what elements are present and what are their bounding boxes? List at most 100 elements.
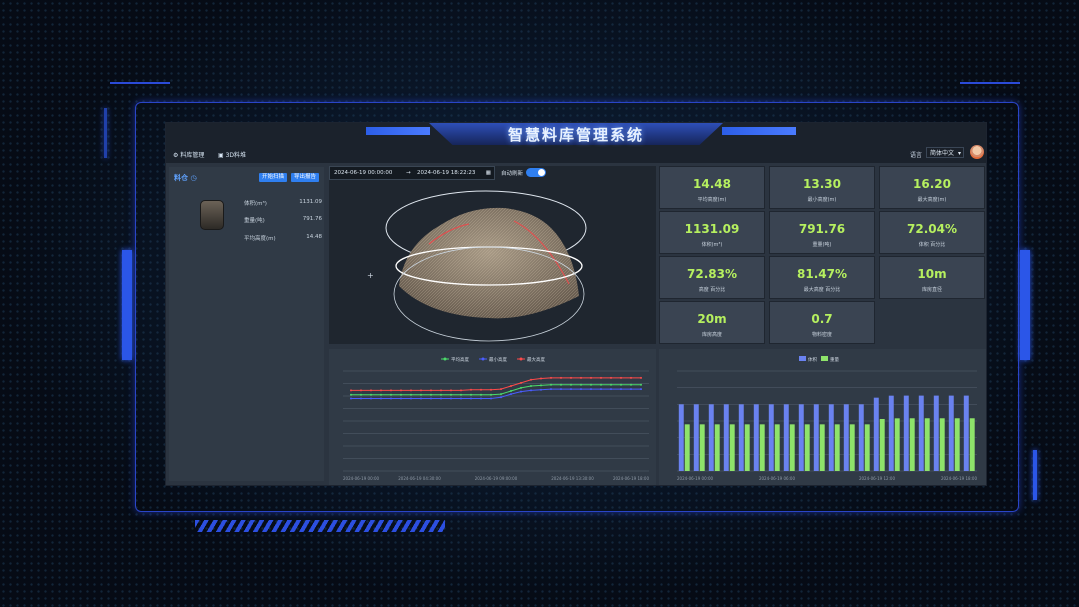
bar — [684, 424, 690, 471]
start-scan-button[interactable]: 开始扫描 — [259, 173, 287, 182]
bar — [798, 404, 804, 471]
data-point — [450, 389, 452, 392]
line-chart-svg: 平均高度 最小高度 最大高度 2024-06-19 00:00 2024-06-19 0… — [343, 356, 650, 481]
data-point — [400, 389, 402, 392]
data-point — [390, 397, 392, 400]
date-range-picker[interactable]: 2024-06-19 00:00:00 → 2024-06-19 18:22:2… — [329, 166, 495, 180]
arrow-right-icon: → — [406, 170, 411, 176]
data-point — [640, 376, 642, 379]
frame-accent — [960, 82, 1020, 84]
row-value: 1131.09 — [299, 199, 322, 205]
stat-card: 16.20 最大高度(m) — [879, 166, 985, 209]
data-point — [530, 389, 532, 392]
bar — [813, 404, 819, 471]
bar — [828, 404, 834, 471]
gear-icon: ⚙ — [173, 152, 179, 159]
stat-card: 14.48 平均高度(m) — [659, 166, 765, 209]
data-point — [530, 378, 532, 381]
chevron-down-icon: ▾ — [957, 150, 961, 157]
app-title: 智慧料库管理系统 — [507, 126, 644, 144]
bar — [873, 397, 879, 471]
stat-label: 最大高度 百分比 — [803, 287, 841, 293]
data-point — [600, 376, 602, 379]
stat-label: 库房高度 — [701, 332, 722, 338]
x-tick-label: 2024-06-19 00:00 — [677, 476, 714, 481]
bar — [729, 424, 735, 471]
height-trend-chart: 平均高度 最小高度 最大高度 2024-06-19 00:00 2024-06-19 0… — [329, 349, 656, 485]
data-point — [580, 383, 582, 386]
data-point — [590, 388, 592, 391]
data-point — [620, 383, 622, 386]
frame-stripe — [195, 520, 445, 532]
data-point — [400, 397, 402, 400]
data-point — [470, 393, 472, 396]
data-point — [440, 393, 442, 396]
data-point — [630, 388, 632, 391]
data-point — [480, 388, 482, 391]
data-point — [560, 376, 562, 379]
bar — [918, 395, 924, 471]
bar — [738, 404, 744, 471]
bar — [759, 424, 765, 471]
bar — [948, 395, 954, 471]
bar — [903, 395, 909, 471]
stat-label: 体积 百分比 — [918, 242, 946, 248]
frame-dash — [1033, 450, 1037, 500]
bar — [744, 424, 750, 471]
stat-value: 72.04% — [907, 222, 957, 236]
data-point — [420, 389, 422, 392]
data-point — [610, 376, 612, 379]
data-point — [450, 397, 452, 400]
avg-height-row: 平均高度(m) 14.48 — [244, 234, 322, 242]
row-label: 体积(m³) — [244, 201, 267, 207]
nav-item-3d-pile[interactable]: ▣ 3D料堆 — [218, 150, 246, 159]
bar — [858, 404, 864, 471]
legend-marker — [519, 357, 523, 361]
data-point — [490, 393, 492, 396]
stat-value: 791.76 — [798, 222, 846, 236]
stat-value: 1131.09 — [684, 222, 740, 236]
avatar[interactable] — [970, 145, 984, 159]
export-report-button[interactable]: 导出报告 — [291, 173, 319, 182]
bar — [849, 424, 855, 471]
data-point — [610, 388, 612, 391]
data-point — [410, 397, 412, 400]
data-point — [530, 385, 532, 387]
data-point — [410, 393, 412, 396]
x-tick-label: 2024-06-19 04:30:00 — [398, 476, 441, 481]
bar — [723, 404, 729, 471]
data-point — [580, 388, 582, 391]
title-wing-left — [366, 127, 430, 135]
nav-item-material-management[interactable]: ⚙ 料库管理 — [173, 150, 204, 159]
nav-label: 料库管理 — [180, 152, 205, 159]
language-label: 语言 — [910, 152, 923, 159]
auto-refresh-toggle[interactable] — [526, 168, 546, 177]
stat-card: 791.76 重量(吨) — [769, 211, 875, 254]
bar — [894, 418, 900, 471]
bar — [924, 418, 930, 471]
app-window: 智慧料库管理系统 ⚙ 料库管理 ▣ 3D料堆 语言 简体中文 ▾ 料仓 ◷ 开始… — [165, 122, 987, 486]
stat-value: 20m — [697, 312, 727, 326]
data-point — [420, 393, 422, 396]
bar — [693, 404, 699, 471]
data-point — [350, 393, 352, 396]
stat-value: 81.47% — [797, 267, 847, 281]
pile-3d-view[interactable]: + — [329, 166, 656, 344]
data-point — [380, 389, 382, 392]
data-point — [440, 389, 442, 392]
bar — [789, 424, 795, 471]
data-point — [630, 376, 632, 379]
stats-grid: 14.48 平均高度(m) 13.30 最小高度(m) 16.20 最大高度(m) 1131… — [659, 166, 986, 344]
nav-label: 3D料堆 — [225, 152, 247, 159]
x-tick-label: 2024-06-19 18:00 — [613, 476, 650, 481]
bar — [753, 404, 759, 471]
data-point — [600, 388, 602, 391]
data-point — [580, 376, 582, 379]
data-point — [430, 397, 432, 400]
legend-label: 重量 — [830, 356, 839, 363]
language-value: 简体中文 — [930, 150, 955, 157]
data-point — [470, 397, 472, 400]
stat-label: 重量(吨) — [812, 242, 832, 248]
data-point — [430, 393, 432, 396]
language-select[interactable]: 简体中文 ▾ — [926, 147, 964, 158]
